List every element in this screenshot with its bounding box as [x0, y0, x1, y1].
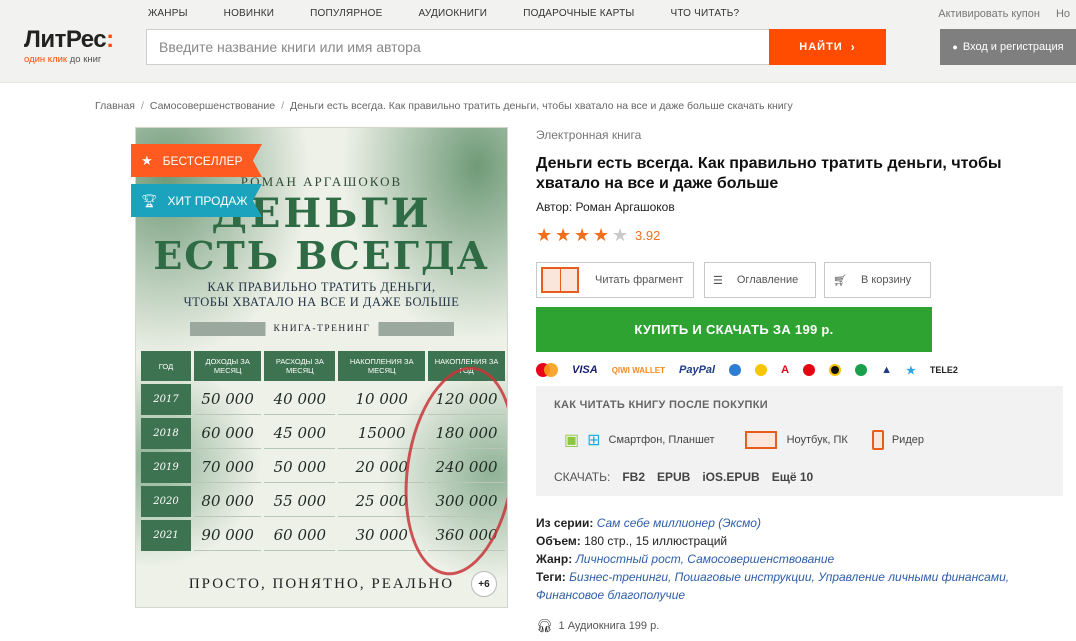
mastercard-icon [536, 363, 558, 377]
list-icon: ☰ [713, 274, 723, 287]
visa-icon: VISA [572, 364, 598, 376]
sberbank-icon [855, 364, 868, 376]
device-laptop-label[interactable]: Ноутбук, ПК [787, 434, 848, 446]
nav-gift-cards[interactable]: ПОДАРОЧНЫЕ КАРТЫ [523, 8, 634, 19]
logo-text-b: Рес [65, 26, 107, 53]
breadcrumb-current: Деньги есть всегда. Как правильно тратит… [289, 100, 793, 112]
nav-genres[interactable]: ЖАНРЫ [148, 8, 188, 19]
webmoney-icon [729, 364, 742, 376]
device-reader-label[interactable]: Ридер [892, 434, 924, 446]
top-seller-badge: 🏆︎ ХИТ ПРОДАЖ [131, 184, 262, 217]
logo-text-a: Лит [24, 26, 66, 53]
breadcrumb-home[interactable]: Главная [95, 100, 135, 112]
beeline-icon [829, 364, 842, 376]
logo-text-c: : [106, 26, 114, 53]
open-book-icon [541, 267, 579, 293]
nav-new[interactable]: НОВИНКИ [224, 8, 275, 19]
cover-subtitle: КАК ПРАВИЛЬНО ТРАТИТЬ ДЕНЬГИ, ЧТОБЫ ХВАТ… [183, 280, 460, 309]
read-fragment-button[interactable]: Читать фрагмент [536, 262, 694, 298]
add-to-cart-button[interactable]: 🛒︎ В корзину [824, 262, 931, 298]
tag-links[interactable]: Бизнес-тренинги, Пошаговые инструкции, У… [569, 570, 1009, 584]
breadcrumb-category[interactable]: Самосовершенствование [150, 100, 275, 112]
star-icon: ★ [555, 225, 572, 245]
author-link[interactable]: Роман Аргашоков [576, 200, 675, 214]
android-icon[interactable]: ▣ [564, 430, 579, 450]
how-to-read-box: КАК ЧИТАТЬ КНИГУ ПОСЛЕ ПОКУПКИ ▣ ⊞ Смарт… [536, 386, 1063, 496]
rating-value: 3.92 [635, 227, 661, 243]
top-navigation: ЖАНРЫ НОВИНКИ ПОПУЛЯРНОЕ АУДИОКНИГИ ПОДА… [148, 8, 775, 19]
alfa-bank-icon: A [781, 364, 790, 376]
mts-icon [803, 364, 816, 376]
cover-title-line2: ЕСТЬ ВСЕГДА [153, 233, 490, 278]
cover-bottom-text: ПРОСТО, ПОНЯТНО, РЕАЛЬНО [188, 576, 455, 592]
logo-tagline-b: до книг [67, 54, 102, 65]
search-button-label: НАЙТИ [799, 41, 843, 53]
rating[interactable]: ★ ★ ★ ★ ★ 3.92 [536, 226, 660, 244]
paypal-icon: PayPal [679, 364, 716, 376]
table-of-contents-button[interactable]: ☰ Оглавление [704, 262, 816, 298]
nav-audiobooks[interactable]: АУДИОКНИГИ [418, 8, 487, 19]
star-icon: ★ [536, 225, 553, 245]
breadcrumb: Главная / Самосовершенствование / Деньги ест… [95, 100, 793, 112]
nav-what-to-read[interactable]: ЧТО ЧИТАТЬ? [670, 8, 739, 19]
cover-ribbon: КНИГА-ТРЕНИНГ [190, 322, 454, 336]
audiobook-link[interactable]: 🎧︎ 1 Аудиокнига 199 р. [536, 618, 659, 634]
qiwi-icon: QIWI WALLET [611, 365, 666, 375]
device-phone-label[interactable]: Смартфон, Планшет [609, 434, 715, 446]
how-to-read-title: КАК ЧИТАТЬ КНИГУ ПОСЛЕ ПОКУПКИ [554, 399, 768, 411]
logo-tagline-a: один клик [24, 54, 68, 65]
laptop-icon[interactable] [744, 431, 777, 449]
litres-logo[interactable]: ЛитРес: один клик до книг [24, 26, 114, 66]
genre-links[interactable]: Личностный рост, Самосовершенствование [576, 552, 835, 566]
series-link[interactable]: Сам себе миллионер (Эксмо) [597, 516, 761, 530]
download-formats: СКАЧАТЬ: FB2 EPUB iOS.EPUB Ещё 10 [554, 470, 814, 484]
chevron-right-icon: › [850, 40, 856, 54]
search-button[interactable]: НАЙТИ › [769, 29, 886, 65]
tele2-icon: TELE2 [929, 365, 958, 375]
book-title: Деньги есть всегда. Как правильно тратит… [536, 155, 1002, 192]
format-epub[interactable]: EPUB [657, 470, 690, 484]
top-links: Активировать купон Но [922, 8, 1070, 20]
top-link-cut[interactable]: Но [1056, 8, 1070, 20]
star-empty-icon: ★ [612, 225, 629, 245]
cart-icon: 🛒︎ [833, 274, 847, 287]
book-meta: Из серии: Сам себе миллионер (Эксмо) Объ… [536, 516, 1010, 602]
format-ios-epub[interactable]: iOS.EPUB [702, 470, 759, 484]
star-icon: ★ [593, 225, 610, 245]
format-more[interactable]: Ещё 10 [772, 470, 813, 484]
star-icon: ★ [141, 152, 153, 168]
headphones-icon: 🎧︎ [536, 618, 553, 633]
format-fb2[interactable]: FB2 [622, 470, 645, 484]
bestseller-badge: ★ БЕСТСЕЛЛЕР [131, 144, 262, 177]
yandex-money-icon [755, 364, 768, 376]
star-icon: ★ [574, 225, 591, 245]
search-input[interactable] [146, 29, 770, 65]
buy-download-button[interactable]: КУПИТЬ И СКАЧАТЬ ЗА 199 р. [536, 307, 932, 352]
activate-coupon-link[interactable]: Активировать купон [938, 8, 1040, 20]
volume-value: 180 стр., 15 иллюстраций [584, 534, 728, 548]
bank-icon: ▲ [881, 364, 892, 376]
login-button-label: Вход и регистрация [962, 41, 1064, 53]
device-list: ▣ ⊞ Смартфон, Планшет Ноутбук, ПК Ридер [556, 430, 924, 450]
location-pin-icon: ● [952, 42, 958, 52]
tag-links-2[interactable]: Финансовое благополучие [536, 588, 685, 602]
ereader-icon[interactable] [871, 430, 884, 450]
payment-methods: VISA QIWI WALLET PayPal A ▲ ★ TELE2 [536, 362, 972, 378]
star-pay-icon: ★ [905, 364, 916, 377]
login-button[interactable]: ● Вход и регистрация [940, 29, 1076, 65]
trophy-icon: 🏆︎ [141, 192, 158, 208]
book-kind: Электронная книга [536, 128, 642, 142]
nav-popular[interactable]: ПОПУЛЯРНОЕ [310, 8, 382, 19]
more-images-button[interactable]: +6 [471, 571, 497, 597]
site-header: ЛитРес: один клик до книг ЖАНРЫ НОВИНКИ … [0, 0, 1076, 83]
book-author: Автор: Роман Аргашоков [536, 200, 675, 214]
windows-icon[interactable]: ⊞ [587, 430, 600, 450]
